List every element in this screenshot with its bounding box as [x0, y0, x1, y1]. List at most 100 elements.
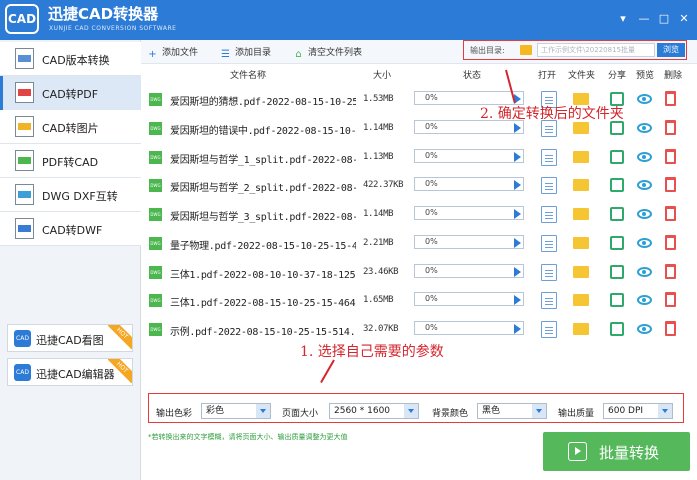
preview-icon[interactable] [637, 94, 652, 104]
cad-to-dwf-icon [15, 218, 34, 239]
add-file-button[interactable]: + 添加文件 [147, 45, 198, 60]
share-icon[interactable] [610, 149, 624, 164]
open-file-icon[interactable] [541, 234, 557, 252]
sidebar-item-cad-to-pdf[interactable]: CAD转PDF [0, 76, 141, 110]
preview-icon[interactable] [637, 266, 652, 277]
sidebar-item-cad-to-image[interactable]: CAD转图片 [0, 110, 141, 144]
preview-icon[interactable] [637, 122, 652, 133]
preview-icon[interactable] [637, 324, 652, 334]
preview-icon[interactable] [637, 151, 652, 162]
promo-cad-editor[interactable]: CAD 迅捷CAD编辑器 HOT [7, 358, 133, 386]
dwg-file-icon: DWG [149, 294, 162, 308]
page-size-select[interactable]: 2560 * 1600 [329, 403, 419, 419]
maximize-icon[interactable]: □ [656, 12, 672, 26]
start-icon[interactable] [514, 151, 521, 162]
sidebar-item-cad-version[interactable]: CAD版本转换 [0, 42, 141, 76]
batch-convert-button[interactable]: 批量转换 [543, 432, 690, 471]
col-header-name: 文件名称 [230, 71, 267, 81]
sidebar-item-pdf-to-cad[interactable]: PDF转CAD [0, 144, 141, 178]
cad-to-image-icon [15, 116, 34, 137]
open-folder-icon[interactable] [573, 121, 589, 134]
delete-icon[interactable] [665, 148, 676, 164]
start-icon[interactable] [514, 122, 521, 133]
open-file-icon[interactable] [541, 177, 557, 195]
page-size-value: 2560 * 1600 [334, 406, 391, 416]
delete-icon[interactable] [665, 206, 676, 221]
batch-convert-label: 批量转换 [599, 444, 660, 462]
open-folder-icon[interactable] [573, 208, 589, 220]
open-folder-icon[interactable] [573, 179, 589, 192]
sidebar-item-cad-to-dwf[interactable]: CAD转DWF [0, 212, 141, 246]
start-icon[interactable] [514, 266, 521, 277]
quality-label: 输出质量 [558, 409, 595, 419]
share-icon[interactable] [610, 178, 624, 193]
quality-select[interactable]: 600 DPI [603, 403, 673, 419]
app-logo: CAD [5, 4, 39, 34]
table-row[interactable]: DWG 爱因斯坦与哲学_2_split.pdf-2022-08-15-10 422.… [141, 171, 697, 200]
start-icon[interactable] [514, 237, 521, 248]
open-file-icon[interactable] [541, 263, 557, 281]
delete-icon[interactable] [665, 234, 676, 250]
table-row[interactable]: DWG 三体1.pdf-2022-08-15-10-25-15-464 1.65MB… [141, 286, 697, 315]
open-folder-icon[interactable] [573, 236, 589, 249]
share-icon[interactable] [610, 293, 624, 308]
bg-color-select[interactable]: 黑色 [477, 403, 547, 419]
dwg-file-icon: DWG [149, 93, 162, 106]
delete-icon[interactable] [665, 177, 676, 193]
table-row[interactable]: DWG 爱因斯坦与哲学_1_split.pdf-2022-08-15-10 1.13… [141, 143, 697, 172]
table-row[interactable]: DWG 三体1.pdf-2022-08-10-10-37-18-125 23.46K… [141, 258, 697, 287]
progress-text: 0% [425, 323, 438, 332]
start-icon[interactable] [514, 209, 521, 219]
open-folder-icon[interactable] [573, 265, 589, 278]
promo-cad-viewer[interactable]: CAD 迅捷CAD看图 HOT [7, 324, 133, 352]
browse-button[interactable]: 浏览 [657, 43, 685, 57]
open-folder-icon[interactable] [573, 323, 589, 335]
table-row[interactable]: DWG 量子物理.pdf-2022-08-15-10-25-15-464 2.21M… [141, 229, 697, 258]
open-folder-icon[interactable] [573, 150, 589, 163]
folder-icon[interactable] [520, 45, 532, 55]
app-window: CAD 迅捷CAD转换器 XUNJIE CAD CONVERSION SOFTW… [0, 0, 697, 480]
close-icon[interactable]: ✕ [676, 12, 692, 26]
delete-icon[interactable] [665, 91, 676, 106]
sidebar-item-dwg-dxf[interactable]: DWG DXF互转 [0, 178, 141, 212]
share-icon[interactable] [610, 207, 624, 221]
sidebar: CAD版本转换 CAD转PDF CAD转图片 PDF转CAD DWG DXF互转… [0, 40, 141, 480]
share-icon[interactable] [610, 235, 624, 250]
share-icon[interactable] [610, 264, 624, 279]
open-file-icon[interactable] [541, 292, 557, 310]
open-file-icon[interactable] [541, 321, 557, 338]
delete-icon[interactable] [665, 263, 676, 279]
delete-icon[interactable] [665, 292, 676, 308]
dwg-file-icon: DWG [149, 236, 162, 250]
share-icon[interactable] [610, 322, 624, 336]
open-file-icon[interactable] [541, 206, 557, 223]
start-icon[interactable] [514, 324, 521, 334]
output-color-select[interactable]: 彩色 [201, 403, 271, 419]
delete-icon[interactable] [665, 119, 676, 135]
sidebar-item-label: DWG DXF互转 [42, 190, 118, 203]
open-folder-icon[interactable] [573, 294, 589, 307]
preview-icon[interactable] [637, 209, 652, 219]
output-dir-input[interactable]: 工作示例文件\20220815批量 [537, 43, 655, 57]
cad-version-icon [15, 48, 34, 69]
start-icon[interactable] [514, 295, 521, 306]
progress-bar: 0% [414, 263, 524, 278]
progress-bar: 0% [414, 177, 524, 192]
minimize-icon[interactable]: — [636, 12, 652, 26]
open-file-icon[interactable] [541, 148, 557, 166]
delete-icon[interactable] [665, 321, 676, 336]
cad-editor-icon: CAD [14, 364, 31, 381]
table-row[interactable]: DWG 示例.pdf-2022-08-15-10-25-15-514. 32.07K… [141, 315, 697, 344]
sidebar-item-label: CAD转DWF [42, 224, 103, 237]
menu-icon[interactable]: ▾ [615, 12, 631, 26]
preview-icon[interactable] [637, 295, 652, 306]
start-icon[interactable] [514, 180, 521, 191]
col-header-open: 打开 [538, 71, 557, 81]
dwg-file-icon: DWG [149, 150, 162, 164]
preview-icon[interactable] [637, 237, 652, 248]
add-dir-button[interactable]: ☰ 添加目录 [220, 45, 271, 60]
table-row[interactable]: DWG 爱因斯坦与哲学_3_split.pdf-2022-08-15-10 1.14… [141, 200, 697, 229]
clear-list-button[interactable]: ⌂ 清空文件列表 [293, 45, 362, 60]
preview-icon[interactable] [637, 180, 652, 191]
chevron-down-icon [532, 404, 546, 418]
